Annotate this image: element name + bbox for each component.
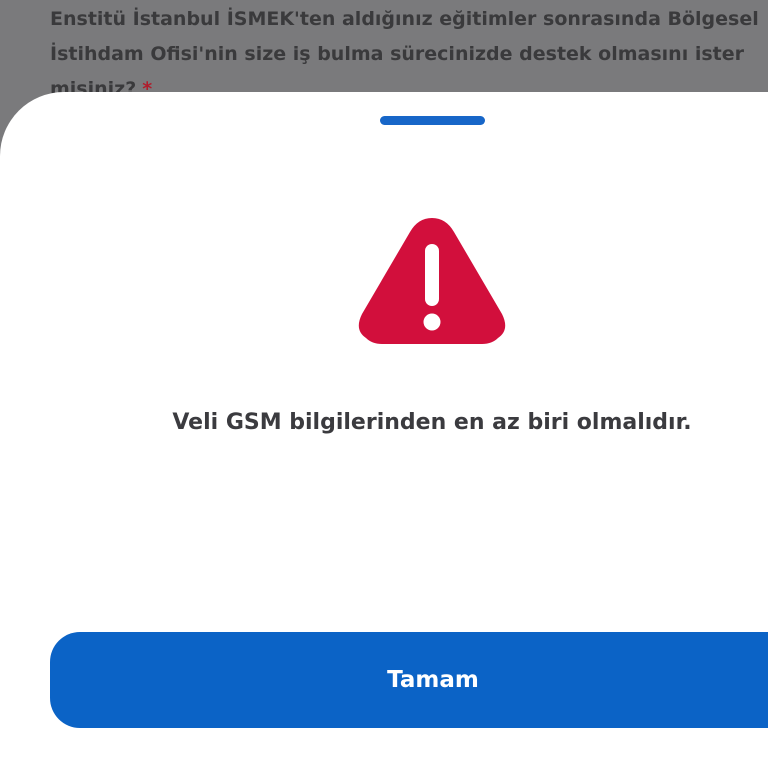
confirm-button[interactable]: Tamam [50,632,768,728]
sheet-drag-handle[interactable] [380,116,485,125]
confirm-button-label: Tamam [387,667,479,693]
warning-triangle-icon [358,218,506,344]
question-line-1: Enstitü İstanbul İSMEK'ten aldığınız eği… [50,8,759,30]
screen: Enstitü İstanbul İSMEK'ten aldığınız eği… [0,0,768,768]
question-line-2: İstihdam Ofisi'nin size iş bulma sürecin… [50,43,744,65]
alert-bottom-sheet: Veli GSM bilgilerinden en az biri olmalı… [0,92,768,768]
alert-message: Veli GSM bilgilerinden en az biri olmalı… [172,410,692,435]
